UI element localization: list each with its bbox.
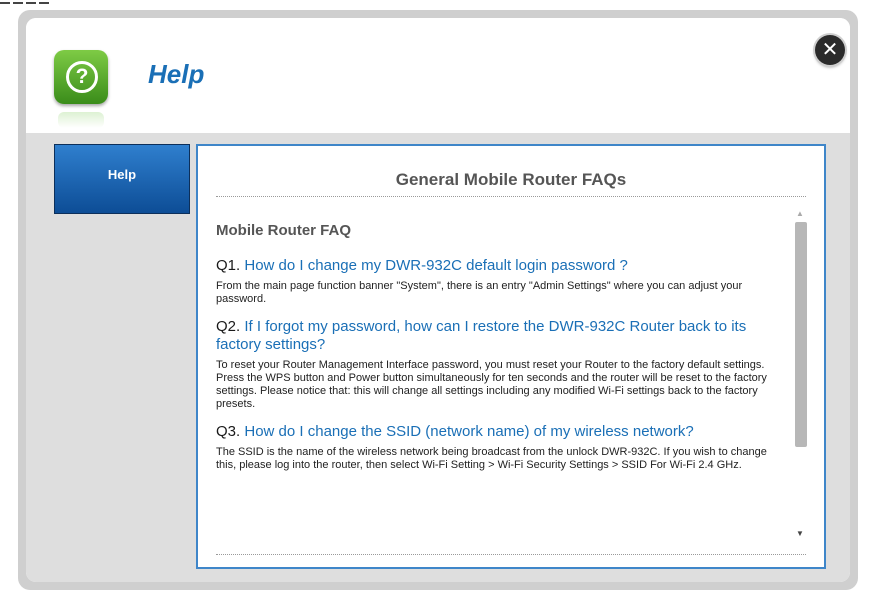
- faq-question-1: Q1. How do I change my DWR-932C default …: [216, 257, 788, 275]
- faq-heading: Mobile Router FAQ: [216, 222, 351, 239]
- question-number: Q3.: [216, 423, 241, 440]
- faq-panel: General Mobile Router FAQs Mobile Router…: [196, 144, 826, 569]
- question-text: How do I change my DWR-932C default logi…: [244, 257, 628, 274]
- faq-question-2: Q2. If I forgot my password, how can I r…: [216, 318, 788, 354]
- divider: [216, 554, 806, 555]
- dialog-body: ? Help ✕ Help General Mobile Router FAQs…: [26, 18, 850, 582]
- question-icon: ?: [54, 50, 108, 128]
- faq-scroll-area[interactable]: Mobile Router FAQ Q1. How do I change my…: [216, 204, 788, 545]
- scroll-up-icon[interactable]: ▲: [792, 208, 808, 220]
- faq-question-3: Q3. How do I change the SSID (network na…: [216, 423, 788, 441]
- help-dialog: ? Help ✕ Help General Mobile Router FAQs…: [18, 10, 858, 590]
- dialog-header: ? Help ✕: [26, 18, 850, 133]
- dialog-content-area: Help General Mobile Router FAQs Mobile R…: [26, 133, 850, 582]
- scroll-down-icon[interactable]: ▼: [792, 528, 808, 540]
- question-number: Q1.: [216, 257, 241, 274]
- question-text: How do I change the SSID (network name) …: [244, 423, 694, 440]
- divider: [216, 196, 806, 197]
- faq-answer-2: To reset your Router Management Interfac…: [216, 359, 767, 410]
- window-edge-decoration: [0, 0, 120, 8]
- question-text: If I forgot my password, how can I resto…: [216, 318, 747, 353]
- question-number: Q2.: [216, 318, 241, 335]
- sidebar-item-help[interactable]: Help: [54, 144, 190, 214]
- close-icon[interactable]: ✕: [815, 35, 845, 65]
- dialog-title: Help: [148, 59, 205, 89]
- scrollbar-thumb[interactable]: [795, 222, 807, 447]
- vertical-scrollbar[interactable]: ▲ ▼: [792, 208, 808, 540]
- faq-answer-3: The SSID is the name of the wireless net…: [216, 446, 767, 471]
- faq-panel-title: General Mobile Router FAQs: [395, 170, 627, 189]
- faq-answer-1: From the main page function banner "Syst…: [216, 280, 743, 305]
